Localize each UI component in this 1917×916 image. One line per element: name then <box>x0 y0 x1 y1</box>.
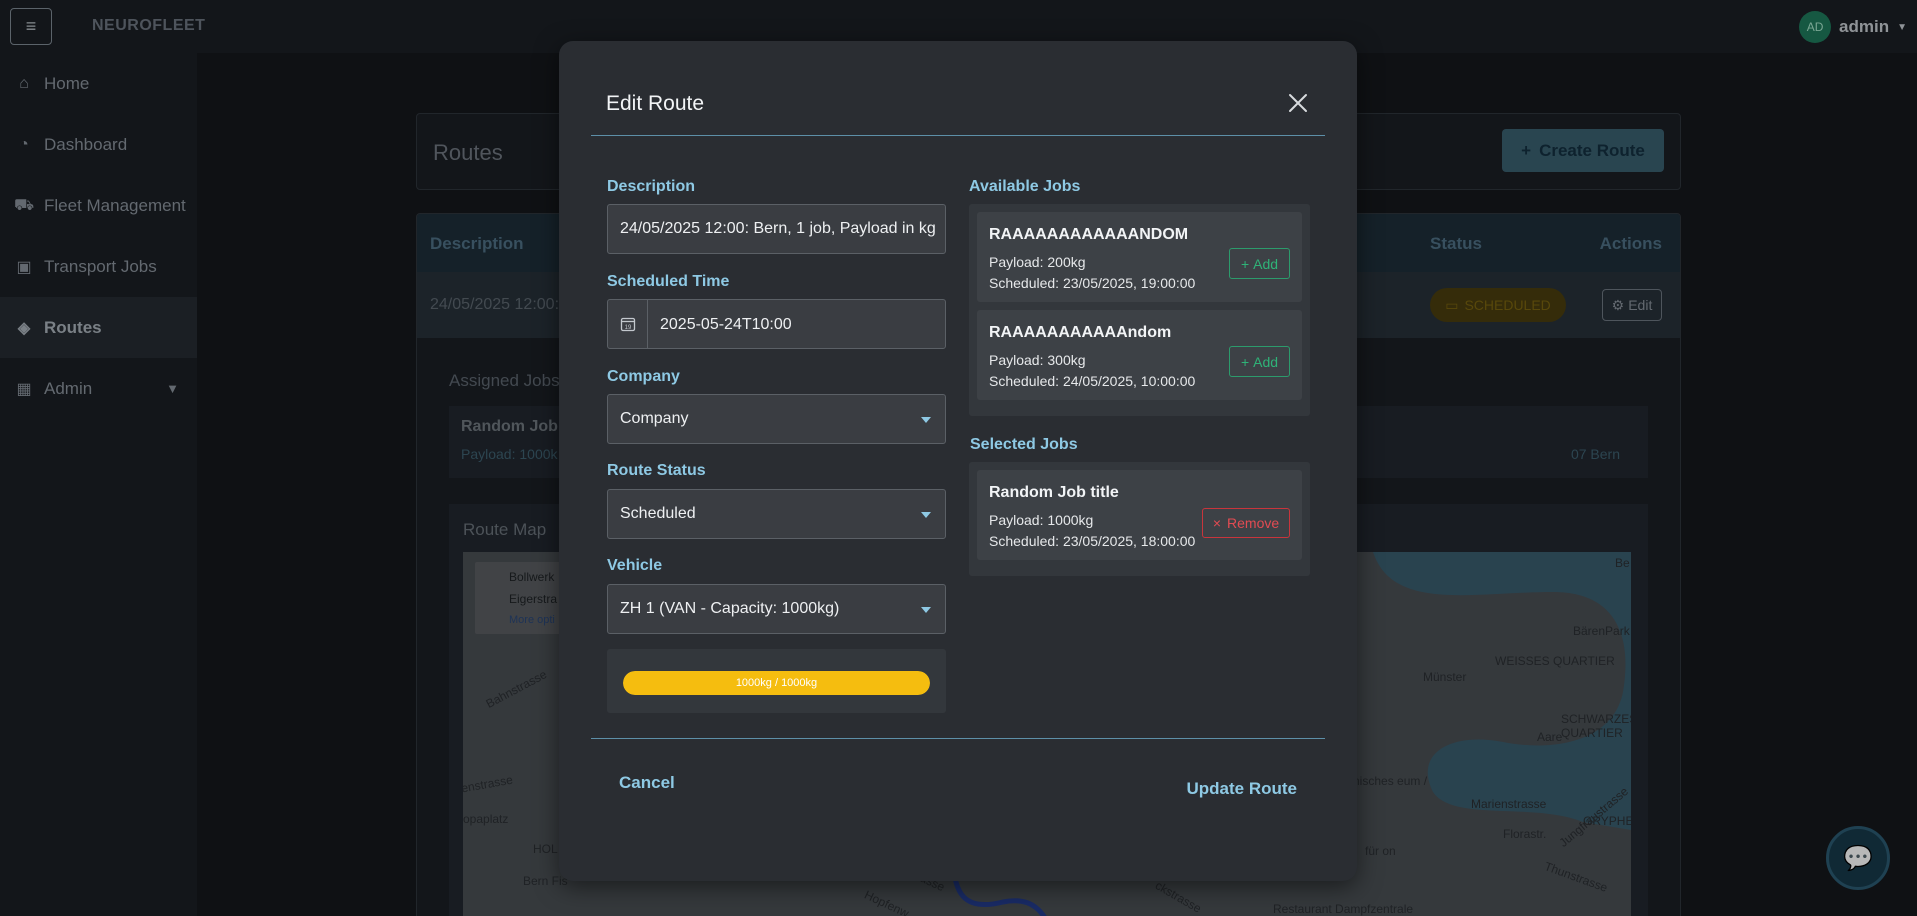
caret-down-icon <box>921 607 931 613</box>
company-select[interactable]: Company <box>607 394 946 444</box>
close-icon: × <box>1212 515 1222 531</box>
caret-down-icon <box>921 512 931 518</box>
company-selected-value: Company <box>620 410 689 427</box>
description-input[interactable]: 24/05/2025 12:00: Bern, 1 job, Payload i… <box>607 204 946 254</box>
modal-header: Edit Route <box>591 41 1325 136</box>
add-label: Add <box>1253 353 1279 370</box>
selected-jobs-list: Random Job title Payload: 1000kg Schedul… <box>969 462 1310 576</box>
scheduled-time-value: 2025-05-24T10:00 <box>660 316 792 333</box>
vehicle-label: Vehicle <box>607 557 663 574</box>
modal-title: Edit Route <box>606 92 705 115</box>
route-status-label: Route Status <box>607 462 706 479</box>
job-payload: Payload: 300kg <box>989 352 1086 368</box>
close-icon <box>1289 94 1307 112</box>
remove-label: Remove <box>1227 515 1280 531</box>
capacity-panel: 1000kg / 1000kg <box>607 649 946 713</box>
modal-footer-divider <box>591 738 1325 739</box>
selected-jobs-label: Selected Jobs <box>970 436 1078 453</box>
add-label: Add <box>1253 255 1279 272</box>
capacity-progress-bar: 1000kg / 1000kg <box>623 671 930 695</box>
available-jobs-list: RAAAAAAAAAAAANDOM Payload: 200kg Schedul… <box>969 204 1310 416</box>
cancel-button[interactable]: Cancel <box>619 773 675 793</box>
route-status-select[interactable]: Scheduled <box>607 489 946 539</box>
job-title: Random Job title <box>989 484 1119 501</box>
route-status-selected-value: Scheduled <box>620 505 696 522</box>
update-route-button[interactable]: Update Route <box>1187 779 1298 799</box>
company-label: Company <box>607 368 680 385</box>
list-item: RAAAAAAAAAAAndom Payload: 300kg Schedule… <box>977 310 1302 400</box>
list-item: Random Job title Payload: 1000kg Schedul… <box>977 470 1302 560</box>
add-job-button[interactable]: + Add <box>1229 248 1290 279</box>
vehicle-select[interactable]: ZH 1 (VAN - Capacity: 1000kg) <box>607 584 946 634</box>
plus-icon: + <box>1240 353 1250 370</box>
job-payload: Payload: 1000kg <box>989 512 1094 528</box>
plus-icon: + <box>1240 255 1250 272</box>
close-button[interactable] <box>1285 90 1311 116</box>
scheduled-time-label: Scheduled Time <box>607 273 730 290</box>
available-jobs-label: Available Jobs <box>969 178 1081 195</box>
edit-route-modal: Edit Route Description 24/05/2025 12:00:… <box>559 41 1357 881</box>
job-scheduled: Scheduled: 24/05/2025, 10:00:00 <box>989 373 1196 389</box>
job-title: RAAAAAAAAAAAndom <box>989 324 1172 341</box>
calendar-icon: 19 <box>620 317 635 332</box>
job-payload: Payload: 200kg <box>989 254 1086 270</box>
caret-down-icon <box>921 417 931 423</box>
list-item: RAAAAAAAAAAAANDOM Payload: 200kg Schedul… <box>977 212 1302 302</box>
calendar-picker-button[interactable]: 19 <box>608 300 648 348</box>
job-scheduled: Scheduled: 23/05/2025, 18:00:00 <box>989 533 1196 549</box>
capacity-progress-label: 1000kg / 1000kg <box>735 677 818 689</box>
description-label: Description <box>607 178 696 195</box>
vehicle-selected-value: ZH 1 (VAN - Capacity: 1000kg) <box>620 600 840 617</box>
add-job-button[interactable]: + Add <box>1229 346 1290 377</box>
calendar-day: 19 <box>624 325 631 331</box>
scheduled-time-input[interactable]: 19 2025-05-24T10:00 <box>607 299 946 349</box>
job-scheduled: Scheduled: 23/05/2025, 19:00:00 <box>989 275 1196 291</box>
job-title: RAAAAAAAAAAAANDOM <box>989 226 1189 243</box>
remove-job-button[interactable]: × Remove <box>1202 508 1290 538</box>
